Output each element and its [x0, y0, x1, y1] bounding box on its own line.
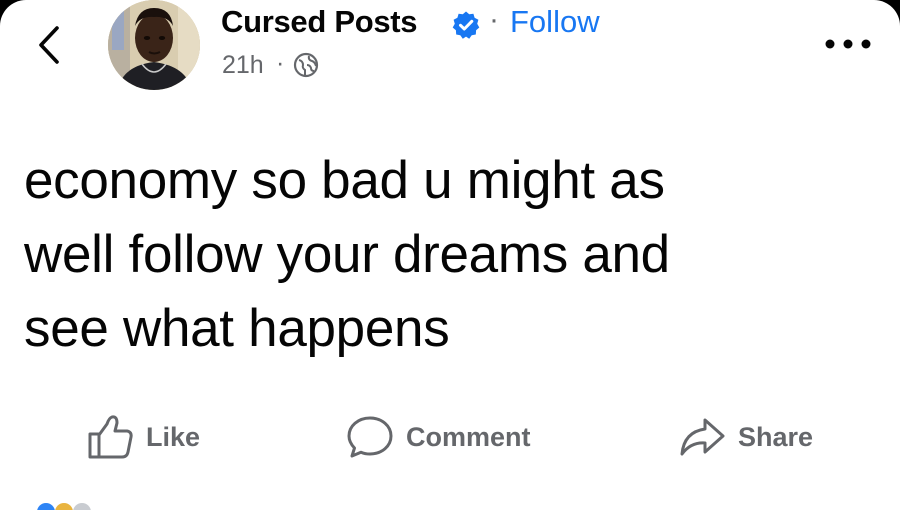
post-text-line: economy so bad u might as: [24, 151, 665, 210]
profile-photo: [108, 0, 200, 90]
post-text: economy so bad u might as well follow yo…: [24, 144, 884, 366]
comment-label: Comment: [406, 421, 531, 452]
back-button[interactable]: [30, 22, 70, 68]
post-text-line: well follow your dreams and: [24, 225, 670, 284]
more-dots-icon[interactable]: [823, 32, 873, 56]
verified-badge-icon: [452, 11, 480, 39]
post-card: Cursed Posts · Follow 21h · economy so b…: [0, 0, 900, 510]
avatar[interactable]: [108, 0, 200, 90]
comment-button[interactable]: Comment: [346, 413, 531, 461]
share-label: Share: [738, 421, 814, 452]
chevron-left-icon: [39, 26, 59, 64]
time-separator: ·: [276, 49, 285, 77]
share-button[interactable]: Share: [678, 413, 813, 461]
share-arrow-icon: [680, 418, 725, 456]
post-time[interactable]: 21h: [222, 51, 264, 80]
globe-icon: [293, 52, 319, 78]
thumbs-up-icon: [88, 415, 133, 459]
name-separator: ·: [489, 3, 499, 36]
comment-bubble-icon: [347, 416, 393, 458]
post-text-line: see what happens: [24, 299, 450, 358]
reaction-icons-partial: [37, 503, 91, 510]
page-name[interactable]: Cursed Posts: [221, 4, 418, 40]
like-button[interactable]: Like: [86, 413, 200, 461]
like-label: Like: [146, 421, 201, 452]
follow-button[interactable]: Follow: [510, 4, 600, 40]
